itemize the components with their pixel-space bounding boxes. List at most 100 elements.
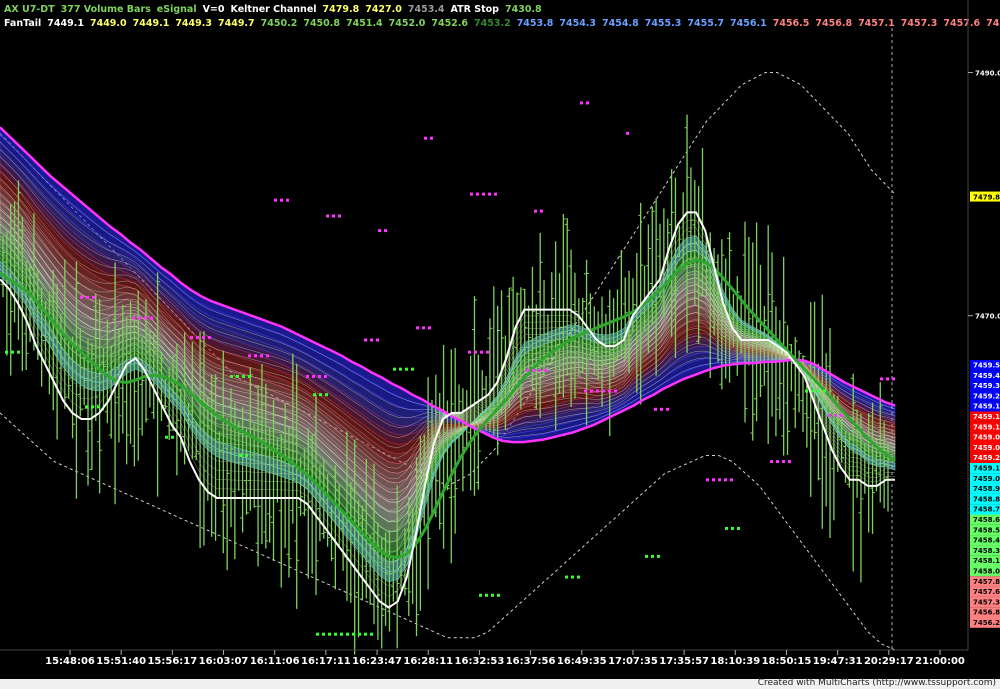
atr-stop-dot (416, 326, 419, 330)
indicator-value-label: 7459.0 (973, 475, 1000, 483)
atr-stop-dot (399, 367, 402, 371)
price-badge-label: 7479.8 (973, 194, 1000, 202)
header-item: V=0 (203, 4, 225, 15)
atr-stop-dot (571, 575, 574, 579)
atr-stop-dot (470, 192, 473, 196)
price-tick-label: 7490.0 (975, 70, 1000, 78)
atr-stop-dot (834, 413, 837, 417)
atr-stop-dot (202, 336, 205, 340)
indicator-value-label: 7457.6 (973, 588, 1000, 596)
atr-stop-dot (313, 393, 316, 397)
atr-stop-dot (725, 526, 728, 530)
header-fantail-value: 7457.8 (986, 18, 1000, 29)
header-item: Keltner Channel (231, 4, 317, 15)
time-tick-label: 16:32:53 (455, 656, 505, 667)
header-fantail-value: 7454.3 (559, 18, 596, 29)
atr-stop-dot (538, 368, 541, 372)
indicator-value-label: 7459.0 (973, 444, 1000, 452)
atr-stop-dot (565, 575, 568, 579)
header-fantail-value: 7454.8 (602, 18, 639, 29)
atr-stop-dot (411, 367, 414, 371)
atr-stop-dot (817, 389, 820, 393)
atr-stop-dot (332, 214, 335, 218)
time-tick-label: 16:49:35 (557, 656, 607, 667)
atr-stop-dot (319, 393, 322, 397)
atr-stop-dot (322, 632, 325, 636)
header-fantail-value: 7456.5 (773, 18, 810, 29)
time-tick-label: 18:50:15 (762, 656, 812, 667)
atr-stop-dot (428, 326, 431, 330)
header-fantail-value: 7452.0 (389, 18, 426, 29)
header-fantail-value: 7456.1 (730, 18, 767, 29)
header-item: 7430.8 (505, 4, 542, 15)
indicator-value-label: 7456.2 (973, 619, 1000, 627)
header-fantail-value: 7453.8 (517, 18, 554, 29)
atr-stop-dot (497, 593, 500, 597)
time-tick-label: 16:11:06 (250, 656, 300, 667)
atr-stop-dot (376, 338, 379, 342)
indicator-value-label: 7458.8 (973, 495, 1000, 503)
indicator-value-label: 7459.2 (973, 392, 1000, 400)
atr-stop-dot (811, 389, 814, 393)
atr-stop-dot (706, 478, 709, 482)
atr-stop-dot (577, 575, 580, 579)
atr-stop-dot (190, 336, 193, 340)
header-fantail-value: 7453.2 (474, 18, 511, 29)
atr-stop-dot (712, 478, 715, 482)
atr-stop-dot (338, 214, 341, 218)
indicator-value-label: 7458.3 (973, 547, 1000, 555)
atr-stop-dot (132, 316, 135, 320)
header-item: eSignal (157, 4, 197, 15)
atr-stop-dot (5, 350, 8, 354)
atr-stop-dot (92, 295, 95, 299)
atr-stop-dot (260, 354, 263, 358)
time-tick-label: 16:03:07 (199, 656, 249, 667)
atr-stop-dot (474, 350, 477, 354)
indicator-value-label: 7458.9 (973, 485, 1000, 493)
atr-stop-dot (488, 192, 491, 196)
atr-stop-dot (718, 478, 721, 482)
trading-chart[interactable]: AX U7-DT 377 Volume Bars eSignal V=0 Keltner… (0, 0, 1000, 689)
atr-stop-dot (340, 632, 343, 636)
atr-stop-dot (491, 593, 494, 597)
atr-stop-dot (248, 374, 251, 378)
atr-stop-dot (430, 136, 433, 140)
atr-stop-dot (476, 192, 479, 196)
atr-stop-dot (326, 214, 329, 218)
header-item: AX U7-DT (4, 4, 55, 15)
atr-stop-dot (236, 374, 239, 378)
time-tick-label: 16:28:11 (403, 656, 453, 667)
time-tick-label: 18:10:39 (710, 656, 760, 667)
atr-stop-dot (138, 316, 141, 320)
atr-stop-dot (80, 295, 83, 299)
indicator-value-label: 7459.1 (973, 423, 1000, 431)
atr-stop-dot (782, 460, 785, 464)
atr-stop-dot (608, 389, 611, 393)
header-fantail-value: 7449.3 (175, 18, 212, 29)
atr-stop-dot (17, 350, 20, 354)
time-tick-label: 16:37:56 (506, 656, 556, 667)
atr-stop-dot (840, 413, 843, 417)
atr-stop-dot (364, 338, 367, 342)
atr-stop-dot (208, 336, 211, 340)
indicator-value-label: 7459.3 (973, 382, 1000, 390)
atr-stop-dot (654, 407, 657, 411)
header-item: 7427.0 (365, 4, 402, 15)
atr-stop-dot (584, 389, 587, 393)
atr-stop-dot (312, 374, 315, 378)
atr-stop-dot (651, 554, 654, 558)
atr-stop-dot (737, 526, 740, 530)
indicator-value-label: 7459.1 (973, 403, 1000, 411)
atr-stop-dot (666, 407, 669, 411)
atr-stop-dot (378, 229, 381, 233)
indicator-value-label: 7459.5 (973, 362, 1000, 370)
atr-stop-dot (468, 350, 471, 354)
atr-stop-dot (370, 338, 373, 342)
atr-stop-dot (660, 407, 663, 411)
atr-stop-dot (730, 478, 733, 482)
header-fantail-value: 7456.8 (815, 18, 852, 29)
atr-stop-dot (85, 405, 88, 409)
atr-stop-dot (334, 632, 337, 636)
indicator-value-label: 7459.2 (973, 454, 1000, 462)
indicator-value-label: 7458.7 (973, 506, 1000, 514)
